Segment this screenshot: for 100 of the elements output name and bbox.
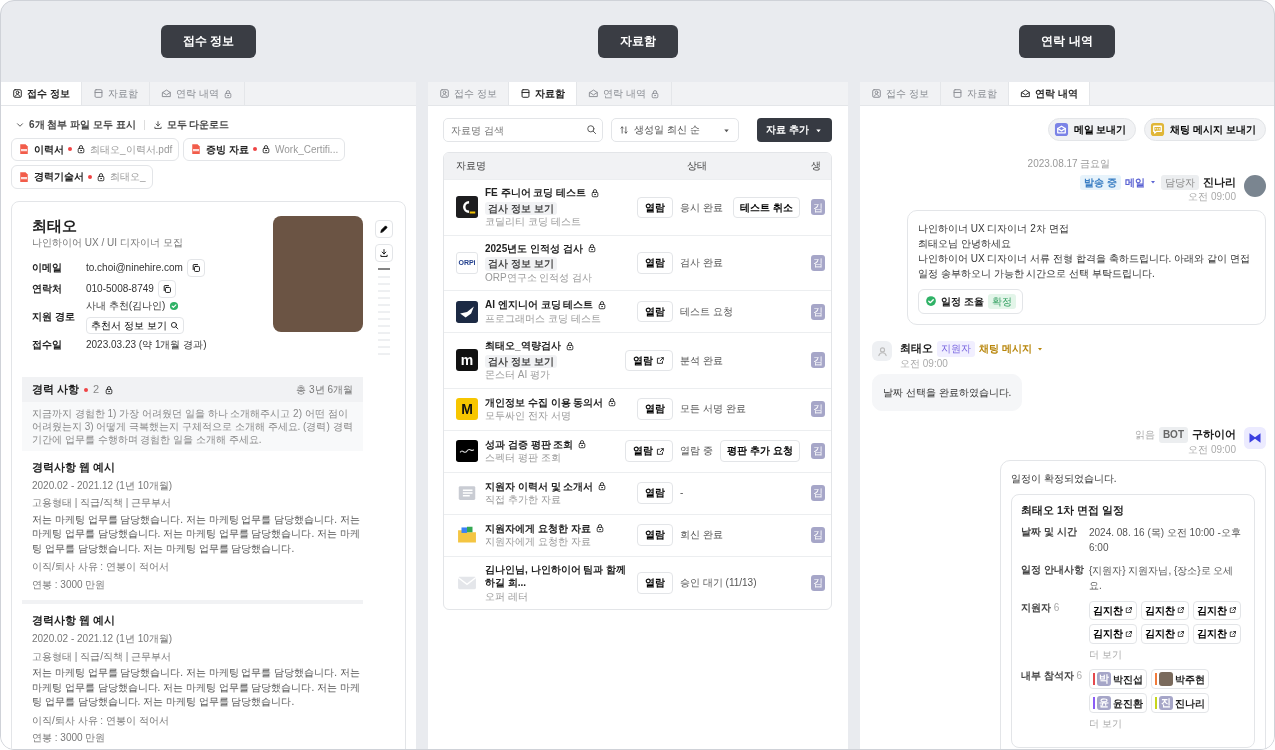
download-icon [379,247,389,258]
message-text: 나인하이너 UX 디자이너 2차 면접 [918,221,1070,236]
logo-icon [456,524,478,546]
tab[interactable]: 자료함 [508,82,577,105]
search-icon [169,321,179,330]
role-tag: 지원자 [937,341,975,357]
mail-icon [1019,88,1031,99]
applicant-link[interactable]: 김지찬 [1089,624,1137,644]
open-button[interactable]: 열람 [637,572,673,594]
logo-icon [456,196,478,219]
status-text: 회신 완료 [680,528,723,542]
tab[interactable]: 연락 내역 [1008,82,1090,105]
mail-icon [160,88,172,99]
status-text: 모든 서명 완료 [680,402,746,416]
referral-info-button[interactable]: 추천서 정보 보기 [86,316,184,335]
row-action-button[interactable]: 테스트 취소 [733,196,800,218]
read-status: 읽음 [1134,428,1155,442]
applicant-link[interactable]: 김지찬 [1141,624,1189,644]
pdf-file-icon [18,143,30,156]
section-label: 연락 내역 [1019,25,1115,58]
message-time: 오전 09:00 [1187,190,1236,204]
external-link-icon [1229,606,1237,615]
document-source: ORP연구소 인적성 검사 [485,270,594,284]
creator-avatar: 김 [811,352,825,369]
message-text: 나인하이어 UX 디자이너 서류 전형 합격을 축하드립니다. 아래와 같이 면접 일정 송부하오니 가능한 시간으로 선택 부탁드립니다. [918,251,1251,281]
open-button[interactable]: 열람 [637,524,673,546]
column-header: 상태 [687,159,708,173]
entry-period: 2020.02 - 2021.12 (1년 10개월) [32,632,174,646]
applicant-link[interactable]: 김지찬 [1193,600,1241,621]
open-button[interactable]: 열람 [637,196,673,218]
logo-icon [456,440,478,462]
sort-dropdown[interactable]: 생성일 최신 순 [611,118,739,142]
field-label: 이메일 [32,261,63,275]
field-value: to.choi@ninehire.com [86,261,183,275]
search-icon [586,124,597,135]
file-chip[interactable]: 이력서 최태오_이력서.pdf [11,137,180,161]
copy-button[interactable] [186,258,205,277]
search-field[interactable]: 자료명 검색 [443,118,603,142]
status-text: 응시 완료 [680,200,723,214]
sender-name: 최태오 [900,341,933,357]
copy-button[interactable] [157,279,176,298]
test-info-tag[interactable]: 검사 정보 보기 [485,257,557,271]
file-chip[interactable]: 경력기술서 최태오_ [11,165,153,189]
file-chip[interactable]: 증빙 자료 Work_Certifi... [183,137,346,161]
applicant-link[interactable]: 김지찬 [1089,600,1137,621]
tab[interactable]: 접수 정보 [1,82,82,105]
send-button[interactable]: 메일 보내기 [1047,118,1137,141]
document-title: 김나인님, 나인하이어 팀과 함께하길 희... [485,562,628,590]
download-all-button[interactable]: 모두 다운로드 [152,118,230,132]
test-info-tag[interactable]: 검사 정보 보기 [485,354,557,368]
creator-avatar: 김 [811,303,825,320]
entry-title: 경력사항 웹 예시 [32,460,117,475]
applicant-link[interactable]: 김지찬 [1193,624,1241,644]
leave-reason: 이직/퇴사 사유 : 연봉이 적어서 [32,560,170,574]
external-link-icon [1125,606,1133,615]
document-source: 오퍼 레터 [485,589,529,603]
test-info-tag[interactable]: 검사 정보 보기 [485,201,557,215]
total-duration: 총 3년 6개월 [296,382,353,397]
salary: 연봉 : 3000 만원 [32,577,107,592]
applicant-link[interactable]: 김지찬 [1141,600,1189,621]
status-tag: 발송 중 [1080,174,1121,190]
send-button[interactable]: 채팅 메시지 보내기 [1144,118,1266,141]
detail-label: 지원자 [1021,601,1051,613]
open-button[interactable]: 열람 [637,398,673,420]
document-title: 2025년도 인적성 검사 [485,241,583,255]
external-link-icon [1177,606,1185,615]
detail-label: 일정 안내사항 [1021,563,1084,575]
row-action-button[interactable]: 평판 추가 요청 [720,440,800,462]
detail-count: 6 [1053,601,1060,613]
logo-icon [456,300,478,323]
external-link-icon [1229,629,1237,638]
status-text: 검사 완료 [680,256,723,270]
edit-button[interactable] [375,219,393,238]
section-label: 자료함 [598,25,678,58]
status-text: 열람 중 [680,444,713,458]
schedule-chip[interactable]: 일정 조율 확정 [918,288,1023,314]
box-icon [951,88,963,99]
status-text: 분석 완료 [680,353,723,367]
status-text: - [680,486,684,500]
open-button[interactable]: 열람 [637,252,673,274]
show-attachments-button[interactable]: 6개 첨부 파일 모두 표시 [15,118,136,132]
add-file-button[interactable]: 자료 추가 [757,118,832,142]
open-button[interactable]: 열람 [637,482,673,504]
channel-dropdown[interactable]: 메일 [1125,175,1157,189]
participant-chip: 박 박진섭 [1089,669,1147,690]
field-label: 연락처 [32,282,63,296]
field-label: 접수일 [32,338,63,352]
open-button[interactable]: 열람 [625,349,673,371]
instructions-text: 지금까지 경험한 1) 가장 어려웠던 일을 하나 소개해주시고 2) 어떤 점이 어려웠는지 3) 어떻게 극복했는지 구체적으로 소개해 주세요. (경력) 경력 기간에 업무를 수행하며 경험한 일을 소개해 주세요. [22,402,363,452]
creator-avatar: 김 [811,254,825,271]
message-time: 오전 09:00 [1187,442,1236,456]
document-title: 성과 검증 평판 조회 [485,437,574,451]
document-title: FE 주니어 코딩 테스트 [485,186,587,200]
box-icon [519,88,531,99]
column-header: 생 [811,159,822,173]
download-button[interactable] [375,243,393,262]
external-link-icon [1177,629,1185,638]
open-button[interactable]: 열람 [625,440,673,462]
open-button[interactable]: 열람 [637,300,673,323]
document-source: 코딜리티 코딩 테스트 [485,215,582,229]
